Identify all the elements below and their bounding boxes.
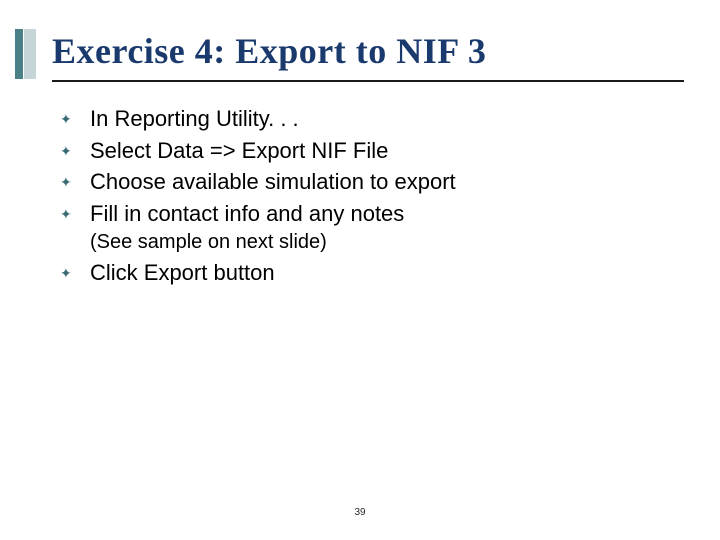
page-number: 39 [0, 507, 720, 518]
sub-note: (See sample on next slide) [90, 231, 680, 254]
bullet-icon: ✦ [60, 104, 90, 128]
list-item: ✦ Fill in contact info and any notes [60, 199, 680, 229]
title-accent-shadow [24, 29, 36, 79]
bullet-icon: ✦ [60, 258, 90, 282]
bullet-text: Fill in contact info and any notes [90, 199, 404, 229]
bullet-icon: ✦ [60, 199, 90, 223]
bullet-text: Choose available simulation to export [90, 167, 456, 197]
slide: Exercise 4: Export to NIF 3 ✦ In Reporti… [0, 0, 720, 540]
title-underline [52, 80, 684, 82]
bullet-icon: ✦ [60, 136, 90, 160]
bullet-text: In Reporting Utility. . . [90, 104, 299, 134]
list-item: ✦ In Reporting Utility. . . [60, 104, 680, 134]
title-accent-bar [15, 29, 23, 79]
bullet-icon: ✦ [60, 167, 90, 191]
slide-body: ✦ In Reporting Utility. . . ✦ Select Dat… [60, 104, 680, 289]
bullet-text: Click Export button [90, 258, 275, 288]
bullet-text: Select Data => Export NIF File [90, 136, 388, 166]
slide-title: Exercise 4: Export to NIF 3 [52, 30, 486, 72]
list-item: ✦ Click Export button [60, 258, 680, 288]
list-item: ✦ Select Data => Export NIF File [60, 136, 680, 166]
list-item: ✦ Choose available simulation to export [60, 167, 680, 197]
